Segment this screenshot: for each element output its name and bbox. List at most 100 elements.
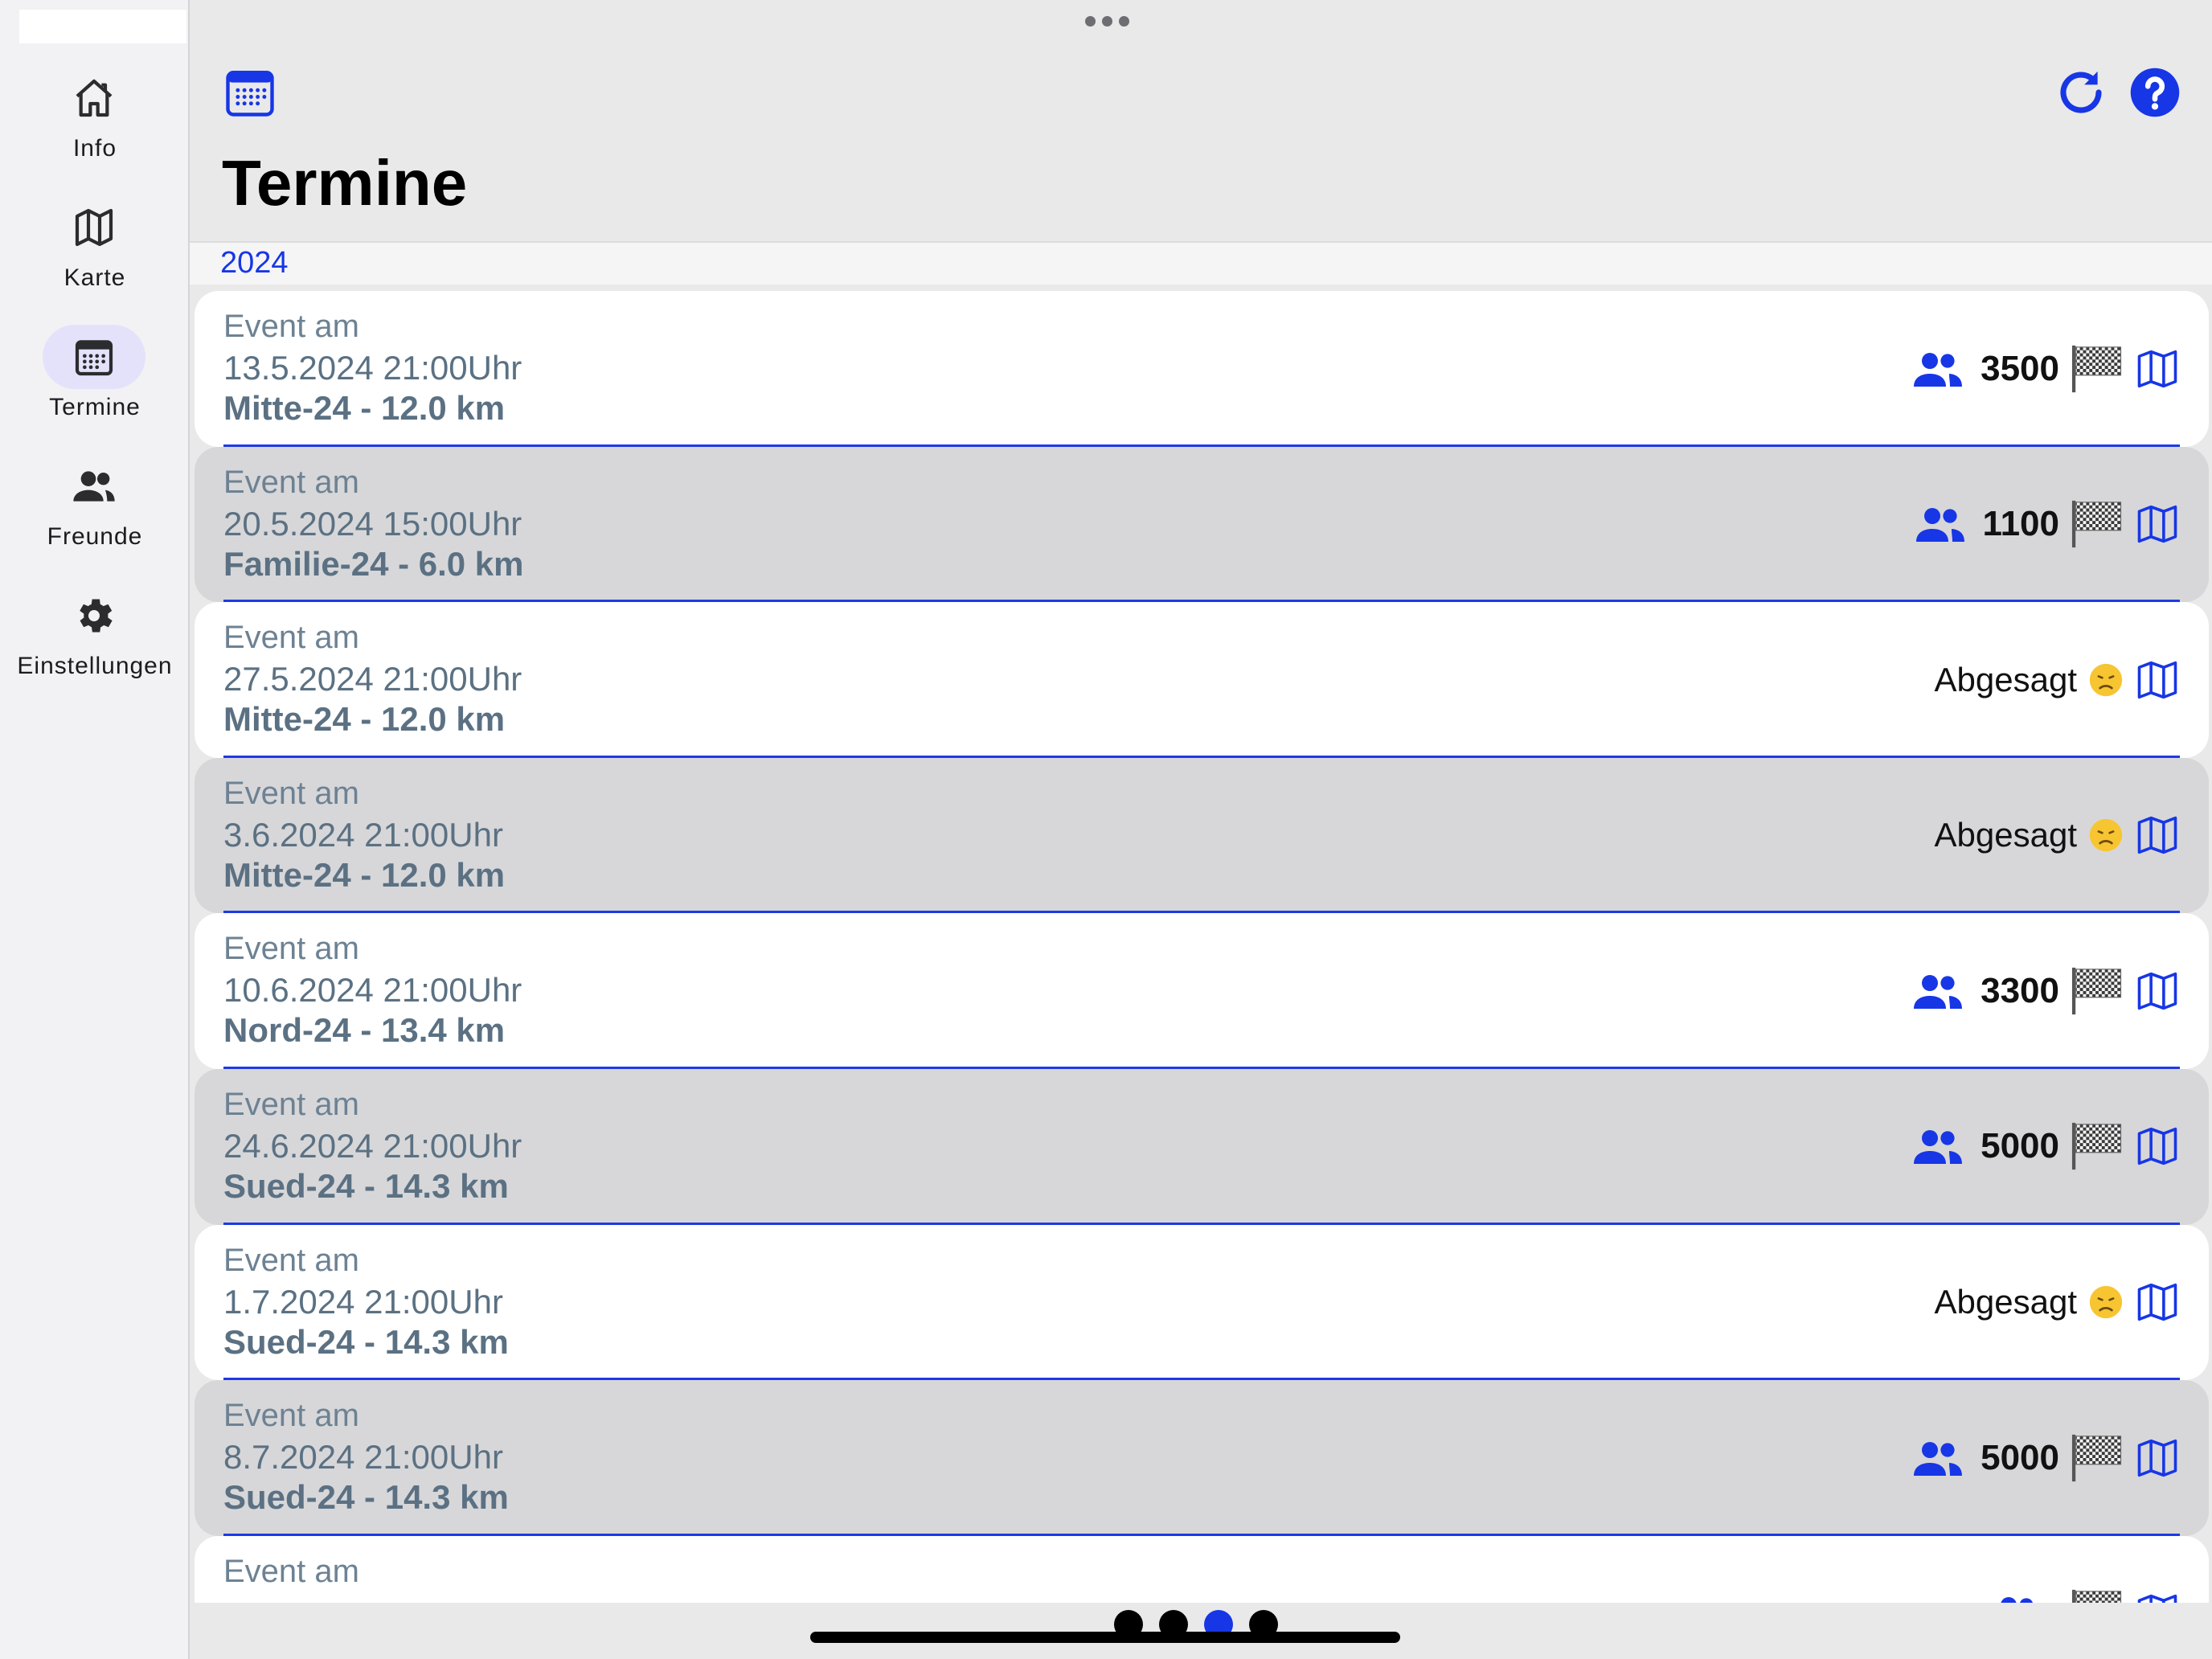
main-content: Termine 2024 Event am 13.5.2024 21:00Uhr M… xyxy=(190,0,2212,1659)
event-prefix: Event am xyxy=(223,620,359,656)
map-icon[interactable] xyxy=(2135,658,2180,702)
event-row[interactable]: Event am 20.5.2024 15:00Uhr Familie-24 - 6… xyxy=(195,446,2209,603)
status-text: Abgesagt xyxy=(1934,1283,2077,1321)
event-row[interactable]: Event am 8.7.2024 21:00Uhr Sued-24 - 14.3 … xyxy=(195,1380,2209,1536)
finish-flag-icon[interactable] xyxy=(2071,343,2124,395)
participants-icon xyxy=(1992,1594,2042,1603)
event-prefix: Event am xyxy=(223,1086,359,1122)
refresh-icon xyxy=(2060,71,2102,113)
participant-count: 5000 xyxy=(1981,1126,2059,1166)
map-icon[interactable] xyxy=(2135,1591,2180,1603)
event-datetime: 13.5.2024 21:00Uhr xyxy=(223,349,522,387)
sad-face-icon xyxy=(2088,662,2124,698)
refresh-button[interactable] xyxy=(2054,66,2108,119)
sidebar-item-termine[interactable]: Termine xyxy=(0,325,190,445)
help-button[interactable] xyxy=(2128,66,2181,119)
finish-flag-icon[interactable] xyxy=(2071,498,2124,550)
map-icon[interactable] xyxy=(2135,502,2180,546)
status-text: Abgesagt xyxy=(1934,660,2077,698)
calendar-button[interactable] xyxy=(223,66,276,119)
calendar-icon xyxy=(226,71,274,117)
event-route: Sued-24 - 14.3 km xyxy=(223,1478,509,1517)
sidebar-item-info[interactable]: Info xyxy=(0,66,190,186)
sidebar-item-freunde[interactable]: Freunde xyxy=(0,454,190,575)
event-prefix: Event am xyxy=(223,775,359,811)
event-prefix: Event am xyxy=(223,1242,359,1278)
help-icon xyxy=(2130,68,2180,117)
event-prefix: Event am xyxy=(223,1553,359,1589)
sidebar-top-strip xyxy=(19,10,186,43)
sidebar-item-karte[interactable]: Karte xyxy=(0,195,190,316)
event-actions: Abgesagt xyxy=(1935,758,2180,913)
event-datetime: 1.7.2024 21:00Uhr xyxy=(223,1282,503,1321)
sidebar: Info Karte Termine Freunde Einstellungen xyxy=(0,0,190,1659)
event-row[interactable]: Event am 13.5.2024 21:00Uhr Mitte-24 - 12.… xyxy=(195,291,2209,447)
calendar-icon xyxy=(43,325,145,389)
event-route: Mitte-24 - 12.0 km xyxy=(223,855,506,894)
map-icon[interactable] xyxy=(2135,347,2180,391)
participants-icon xyxy=(1913,350,1963,388)
finish-flag-icon[interactable] xyxy=(2071,1120,2124,1172)
sad-face-icon xyxy=(2088,1284,2124,1320)
event-prefix: Event am xyxy=(223,1398,359,1434)
event-row[interactable]: Event am 10.6.2024 21:00Uhr Nord-24 - 13.4… xyxy=(195,913,2209,1069)
event-route: Familie-24 - 6.0 km xyxy=(223,544,524,583)
sad-face-icon xyxy=(2088,817,2124,853)
event-prefix: Event am xyxy=(223,309,359,344)
home-indicator xyxy=(810,1632,1400,1643)
event-route: Mitte-24 - 12.0 km xyxy=(223,700,506,739)
people-icon xyxy=(43,454,145,518)
event-actions: 5000 xyxy=(1913,1069,2180,1224)
event-actions: Abgesagt xyxy=(1935,1225,2180,1380)
participant-count: 3300 xyxy=(1981,970,2059,1010)
event-row[interactable]: Event am 3.6.2024 21:00Uhr Mitte-24 - 12.0… xyxy=(195,757,2209,914)
finish-flag-icon[interactable] xyxy=(2071,1587,2124,1603)
finish-flag-icon[interactable] xyxy=(2071,1432,2124,1484)
status-text: Abgesagt xyxy=(1934,816,2077,854)
participant-count: 1100 xyxy=(1982,504,2059,544)
more-dots-icon[interactable] xyxy=(1082,16,1154,32)
map-icon[interactable] xyxy=(2135,813,2180,857)
event-actions: 5000 xyxy=(1913,1380,2180,1535)
event-list[interactable]: Event am 13.5.2024 21:00Uhr Mitte-24 - 12.… xyxy=(195,291,2209,1603)
participants-icon xyxy=(1913,1127,1963,1165)
event-prefix: Event am xyxy=(223,931,359,967)
map-icon[interactable] xyxy=(2135,969,2180,1013)
participant-count: 5000 xyxy=(1981,1437,2059,1477)
sidebar-item-label: Info xyxy=(72,135,117,162)
event-datetime: 3.6.2024 21:00Uhr xyxy=(223,815,503,854)
map-icon[interactable] xyxy=(2135,1280,2180,1324)
event-datetime: 27.5.2024 21:00Uhr xyxy=(223,660,522,698)
event-prefix: Event am xyxy=(223,464,359,500)
event-actions xyxy=(1992,1536,2180,1603)
participants-icon xyxy=(1915,505,1965,543)
sidebar-item-label: Freunde xyxy=(47,523,143,550)
event-datetime: 24.6.2024 21:00Uhr xyxy=(223,1126,522,1165)
event-actions: 3300 xyxy=(1913,913,2180,1068)
map-icon[interactable] xyxy=(2135,1124,2180,1168)
event-route: Sued-24 - 14.3 km xyxy=(223,1166,509,1205)
participants-icon xyxy=(1913,1439,1963,1477)
finish-flag-icon[interactable] xyxy=(2071,965,2124,1017)
page-title: Termine xyxy=(222,147,468,219)
event-row[interactable]: Event am xyxy=(195,1535,2209,1603)
event-row[interactable]: Event am 27.5.2024 21:00Uhr Mitte-24 - 12.… xyxy=(195,602,2209,758)
event-datetime: 8.7.2024 21:00Uhr xyxy=(223,1438,503,1477)
event-route: Mitte-24 - 12.0 km xyxy=(223,389,506,427)
sidebar-item-label: Karte xyxy=(63,264,126,291)
event-row[interactable]: Event am 1.7.2024 21:00Uhr Sued-24 - 14.3 … xyxy=(195,1224,2209,1381)
event-route: Sued-24 - 14.3 km xyxy=(223,1322,509,1361)
event-datetime: 10.6.2024 21:00Uhr xyxy=(223,971,522,1010)
event-actions: 1100 xyxy=(1915,447,2180,602)
event-datetime: 20.5.2024 15:00Uhr xyxy=(223,504,522,543)
sidebar-item-label: Einstellungen xyxy=(17,653,173,679)
participants-icon xyxy=(1913,972,1963,1010)
gear-icon xyxy=(43,584,145,648)
event-actions: Abgesagt xyxy=(1935,602,2180,757)
sidebar-item-einstellungen[interactable]: Einstellungen xyxy=(0,584,190,704)
map-icon[interactable] xyxy=(2135,1436,2180,1480)
participant-count: 3500 xyxy=(1981,348,2059,388)
map-icon xyxy=(43,195,145,260)
event-route: Nord-24 - 13.4 km xyxy=(223,1011,506,1050)
event-row[interactable]: Event am 24.6.2024 21:00Uhr Sued-24 - 14.3… xyxy=(195,1068,2209,1225)
